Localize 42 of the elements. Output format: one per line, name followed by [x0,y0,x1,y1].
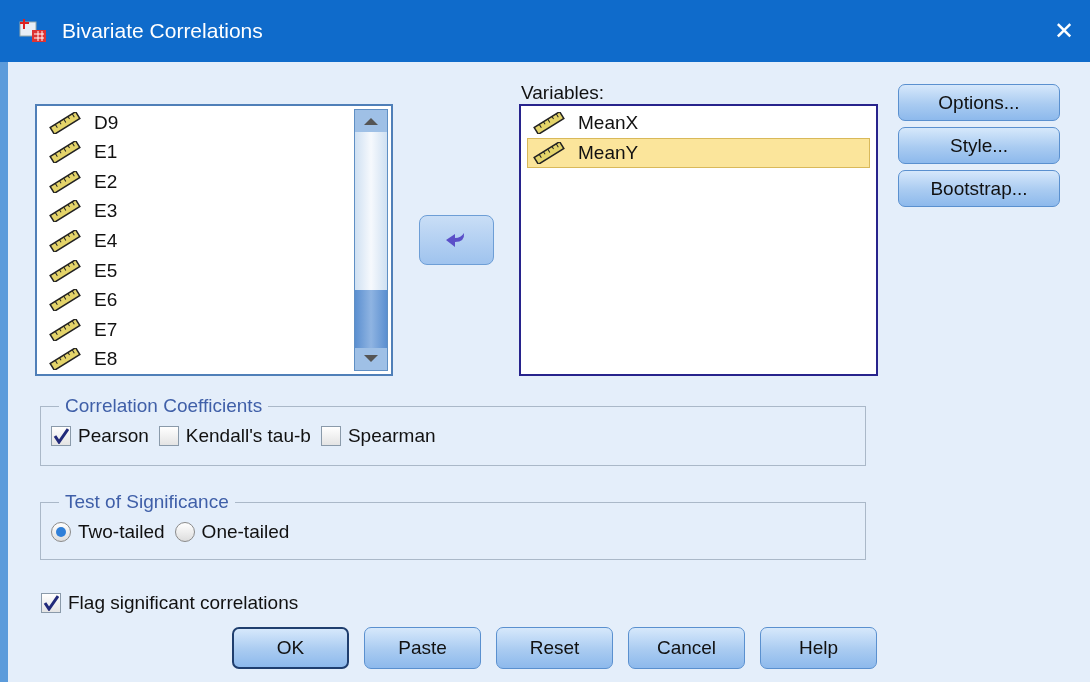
variable-item[interactable]: E5 [43,255,345,286]
option-label: Kendall's tau-b [185,425,311,447]
variable-item[interactable]: E4 [43,226,345,256]
down-arrow-icon[interactable] [364,355,378,363]
dialog-button[interactable]: Options... [898,84,1060,121]
variables-label: Variables: [520,82,606,104]
checkbox[interactable] [158,426,179,446]
option-label: One-tailed [201,521,290,543]
close-button[interactable]: ✕ [1054,17,1074,45]
option-label: Pearson [78,425,149,447]
move-button[interactable] [418,215,494,265]
variable-item[interactable]: E6 [43,285,345,315]
variable-item[interactable]: D9 [43,108,345,138]
dialog-button[interactable]: Reset [496,627,613,669]
option-label: Flag significant correlations [68,592,299,614]
option-label: Spearman [347,425,436,447]
app-icon [18,18,48,44]
checkbox[interactable] [51,426,71,446]
window-title: Bivariate Correlations [62,19,264,43]
dialog-button[interactable]: Bootstrap... [898,170,1060,207]
variable-item[interactable]: MeanY [527,138,870,168]
dialog-button[interactable]: OK [232,627,349,669]
dialog-button[interactable]: Cancel [628,627,745,669]
up-arrow-icon[interactable] [364,117,378,125]
radio-button[interactable] [174,522,195,542]
scrollbar[interactable] [354,109,388,371]
variable-item[interactable]: E3 [43,196,345,227]
checkmark-icon [53,428,69,444]
checkbox[interactable] [320,426,341,446]
dialog-button[interactable]: Help [760,627,877,669]
scroll-thumb[interactable] [355,290,387,348]
variable-item[interactable]: E7 [43,314,345,345]
radio-button[interactable] [51,522,71,542]
dialog-button[interactable]: Paste [364,627,481,669]
checkmark-icon [43,595,59,611]
variable-item[interactable]: MeanX [527,108,870,138]
variable-item[interactable]: E2 [43,167,345,197]
variable-item[interactable]: E8 [43,344,345,375]
dialog-button[interactable]: Style... [898,127,1060,164]
option-label: Two-tailed [78,521,165,543]
variable-item[interactable]: E1 [43,137,345,168]
checkbox[interactable] [41,593,61,613]
